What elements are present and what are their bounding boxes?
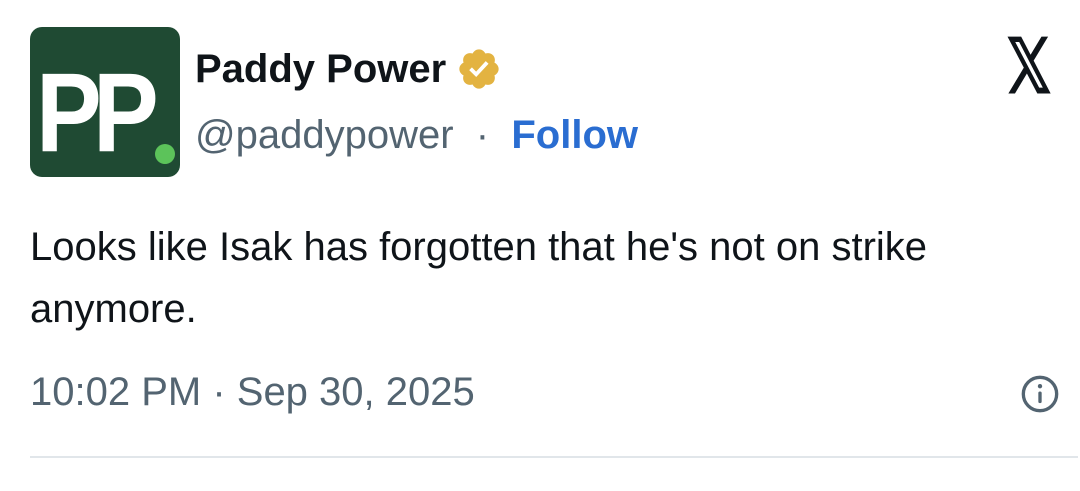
tweet-card: PP Paddy Power @paddypower · Follow Look… (0, 0, 1080, 491)
author-handle-row: @paddypower · Follow (195, 110, 638, 160)
author-handle[interactable]: @paddypower (195, 113, 454, 157)
follow-button[interactable]: Follow (511, 113, 638, 157)
handle-separator: · (464, 113, 501, 157)
avatar-logo-text: PP (36, 50, 159, 175)
verified-badge-icon (459, 49, 499, 89)
tweet-timestamp[interactable]: 10:02 PM · Sep 30, 2025 (30, 366, 475, 418)
avatar-logo-dot (155, 144, 175, 164)
avatar[interactable]: PP (30, 27, 180, 177)
author-name[interactable]: Paddy Power (195, 44, 446, 94)
tweet-text: Looks like Isak has forgotten that he's … (30, 225, 928, 331)
x-logo-icon[interactable] (1005, 30, 1053, 100)
info-icon[interactable] (1020, 374, 1060, 414)
divider (30, 456, 1078, 458)
author-name-row: Paddy Power (195, 44, 502, 94)
